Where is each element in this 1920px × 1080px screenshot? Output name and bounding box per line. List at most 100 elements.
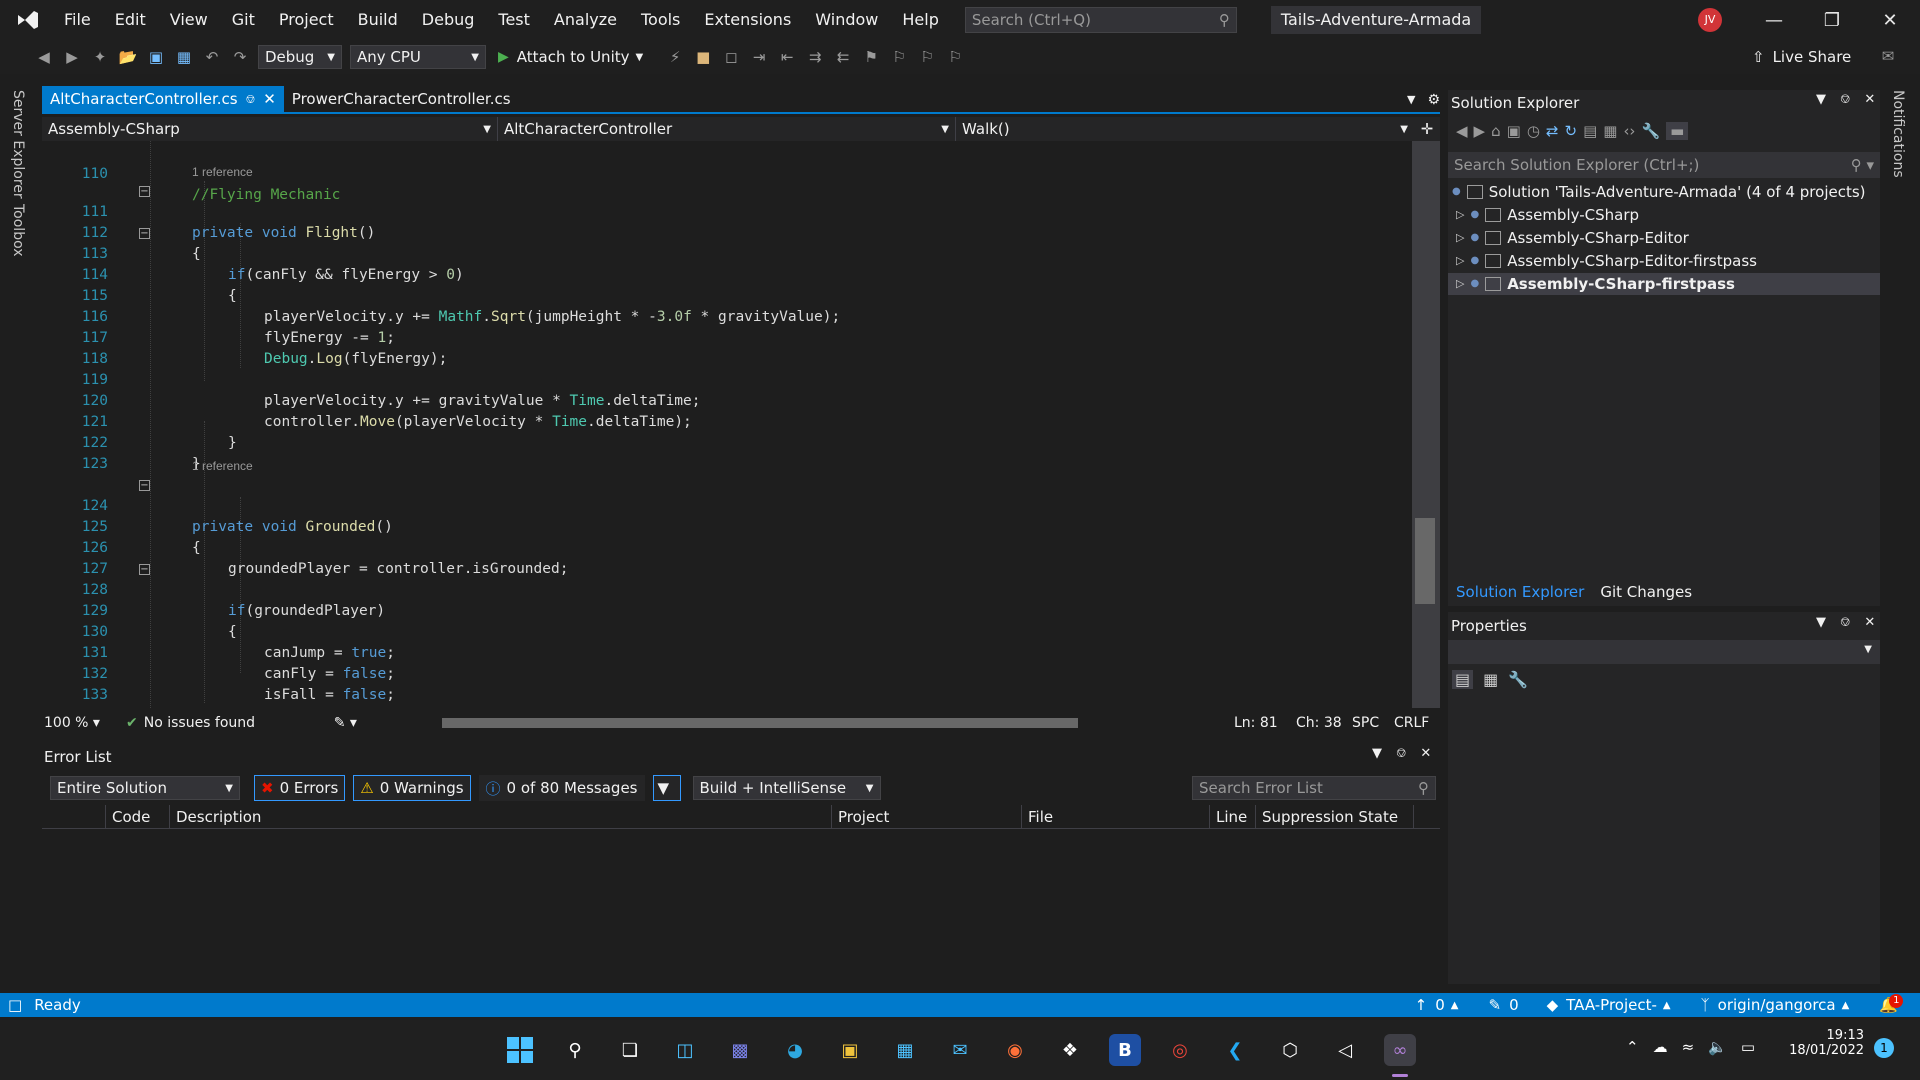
project-node[interactable]: ▷ ● Assembly-CSharp-Editor xyxy=(1456,227,1689,249)
collapse-icon[interactable]: − xyxy=(139,228,150,239)
hot-reload-icon[interactable]: ⚡ xyxy=(663,45,687,69)
column-code[interactable]: Code xyxy=(106,805,170,828)
branch-name[interactable]: origin/gangorca xyxy=(1718,996,1836,1014)
tab-git-changes[interactable]: Git Changes xyxy=(1592,580,1700,604)
server-explorer-tab[interactable]: Server Explorer xyxy=(10,90,26,199)
filter-icon[interactable]: ▼ xyxy=(652,775,681,801)
expand-icon[interactable]: ▷ xyxy=(1456,250,1464,272)
step-over-icon[interactable]: ⇤ xyxy=(775,45,799,69)
start-menu-icon[interactable] xyxy=(504,1034,536,1066)
notifications-bell-icon[interactable]: 🔔 1 xyxy=(1879,994,1904,1014)
line-ending-indicator[interactable]: CRLF xyxy=(1394,715,1440,731)
member-dropdown[interactable]: Walk() ▼ xyxy=(956,117,1414,141)
volume-icon[interactable]: 🔈 xyxy=(1708,1038,1727,1056)
zoom-select[interactable]: 100 % ▾ xyxy=(42,715,118,731)
source-select[interactable]: Build + IntelliSense ▼ xyxy=(692,776,881,800)
pin-icon[interactable]: ⎊ xyxy=(246,86,256,112)
vertical-scrollbar[interactable] xyxy=(1412,141,1440,708)
code-editor[interactable]: 110 //Flying Mechanic 1 reference 111 pr… xyxy=(42,141,1412,708)
close-icon[interactable]: ✕ xyxy=(1864,615,1875,630)
booking-b-icon[interactable]: B xyxy=(1109,1034,1141,1066)
refresh-icon[interactable]: ↻ xyxy=(1564,122,1577,140)
menu-build[interactable]: Build xyxy=(346,0,410,40)
toolbox-tab[interactable]: Toolbox xyxy=(10,204,26,257)
edge-browser-icon[interactable]: ◕ xyxy=(779,1034,811,1066)
expand-icon[interactable]: ▷ xyxy=(1456,273,1464,295)
browser-link-icon[interactable]: ◻ xyxy=(719,45,743,69)
unity-editor-icon[interactable]: ◁ xyxy=(1329,1034,1361,1066)
chevron-down-icon[interactable]: ▼ xyxy=(1372,746,1382,761)
quick-search-input[interactable]: Search (Ctrl+Q) ⚲ xyxy=(964,7,1237,33)
issues-status[interactable]: No issues found xyxy=(144,715,334,731)
messages-filter-button[interactable]: ⓘ 0 of 80 Messages xyxy=(478,775,645,801)
microsoft-store-icon[interactable]: ▦ xyxy=(889,1034,921,1066)
collapse-all-icon[interactable]: ▤ xyxy=(1583,122,1597,140)
save-icon[interactable]: ▣ xyxy=(144,45,168,69)
solution-explorer-search-input[interactable]: Search Solution Explorer (Ctrl+;) ⚲ ▾ xyxy=(1448,152,1880,178)
step-into-icon[interactable]: ⇥ xyxy=(747,45,771,69)
collapse-icon[interactable]: − xyxy=(139,480,150,491)
clock[interactable]: 19:13 18/01/2022 xyxy=(1788,1028,1864,1058)
file-explorer-icon[interactable]: ▣ xyxy=(834,1034,866,1066)
column-file[interactable]: File xyxy=(1022,805,1210,828)
open-folder-icon[interactable]: 📂 xyxy=(116,45,140,69)
column-project[interactable]: Project xyxy=(832,805,1022,828)
solution-node[interactable]: ● Solution 'Tails-Adventure-Armada' (4 o… xyxy=(1452,181,1866,203)
menu-test[interactable]: Test xyxy=(486,0,542,40)
next-bookmark-icon[interactable]: ⚐ xyxy=(915,45,939,69)
column-description[interactable]: Description xyxy=(170,805,832,828)
expand-icon[interactable]: ▷ xyxy=(1456,204,1464,226)
project-dropdown[interactable]: Assembly-CSharp ▼ xyxy=(42,117,498,141)
teams-chat-icon[interactable]: ▩ xyxy=(724,1034,756,1066)
visual-studio-taskbar-icon[interactable]: ∞ xyxy=(1384,1034,1416,1066)
error-search-input[interactable]: Search Error List ⚲ xyxy=(1192,776,1436,800)
undo-icon[interactable]: ↶ xyxy=(200,45,224,69)
expand-icon[interactable]: ▷ xyxy=(1456,227,1464,249)
type-dropdown[interactable]: AltCharacterController ▼ xyxy=(498,117,956,141)
pending-changes-filter-icon[interactable]: ◷ xyxy=(1527,122,1540,140)
firefox-icon[interactable]: ◉ xyxy=(999,1034,1031,1066)
redo-icon[interactable]: ↷ xyxy=(228,45,252,69)
back-icon[interactable]: ◀ xyxy=(1456,122,1468,140)
search-taskbar-icon[interactable]: ⚲ xyxy=(559,1034,591,1066)
home-icon[interactable]: ⌂ xyxy=(1491,122,1501,140)
battery-icon[interactable]: ▭ xyxy=(1741,1038,1755,1056)
menu-debug[interactable]: Debug xyxy=(410,0,487,40)
vscode-icon[interactable]: ❮ xyxy=(1219,1034,1251,1066)
chevron-up-icon[interactable]: ⌃ xyxy=(1626,1038,1639,1056)
errors-filter-button[interactable]: ✖ 0 Errors xyxy=(254,775,346,801)
notifications-tab[interactable]: Notifications xyxy=(1890,90,1906,178)
tab-solution-explorer[interactable]: Solution Explorer xyxy=(1448,580,1592,604)
column-line[interactable]: Line xyxy=(1210,805,1256,828)
project-node-selected[interactable]: ▷ ● Assembly-CSharp-firstpass xyxy=(1448,273,1880,295)
live-share-button[interactable]: ⇧ Live Share xyxy=(1752,48,1851,66)
warnings-filter-button[interactable]: ⚠ 0 Warnings xyxy=(353,775,471,801)
pending-changes-count[interactable]: 0 xyxy=(1509,996,1519,1014)
menu-help[interactable]: Help xyxy=(890,0,950,40)
configuration-select[interactable]: Debug ▼ xyxy=(258,45,342,69)
pin-icon[interactable]: ⎊ xyxy=(1840,92,1850,107)
mail-icon[interactable]: ✉ xyxy=(944,1034,976,1066)
show-all-files-icon[interactable]: ▦ xyxy=(1603,122,1617,140)
close-icon[interactable]: ✕ xyxy=(1864,92,1875,107)
notification-center-badge[interactable]: 1 xyxy=(1874,1038,1894,1058)
menu-edit[interactable]: Edit xyxy=(103,0,158,40)
tab-prowercharactercontroller[interactable]: ProwerCharacterController.cs xyxy=(284,86,519,112)
sync-icon[interactable]: ⇄ xyxy=(1546,122,1559,140)
onedrive-cloud-icon[interactable]: ☁ xyxy=(1653,1038,1668,1056)
chrome-icon[interactable]: ◎ xyxy=(1164,1034,1196,1066)
outdent-icon[interactable]: ⇇ xyxy=(831,45,855,69)
chevron-down-icon[interactable]: ▼ xyxy=(1816,615,1826,630)
tab-overflow-icon[interactable]: ▼ xyxy=(1407,88,1415,112)
feedback-icon[interactable]: ✉ xyxy=(1876,44,1900,68)
menu-view[interactable]: View xyxy=(158,0,220,40)
scrollbar-thumb[interactable] xyxy=(1415,518,1435,604)
menu-window[interactable]: Window xyxy=(803,0,890,40)
back-icon[interactable]: ◀ xyxy=(32,45,56,69)
platform-select[interactable]: Any CPU ▼ xyxy=(350,45,486,69)
restore-icon[interactable]: ❐ xyxy=(1804,0,1860,40)
wifi-icon[interactable]: ≈ xyxy=(1682,1038,1695,1056)
preview-selected-icon[interactable]: ▬ xyxy=(1666,122,1689,140)
menu-file[interactable]: File xyxy=(52,0,103,40)
menu-git[interactable]: Git xyxy=(220,0,267,40)
